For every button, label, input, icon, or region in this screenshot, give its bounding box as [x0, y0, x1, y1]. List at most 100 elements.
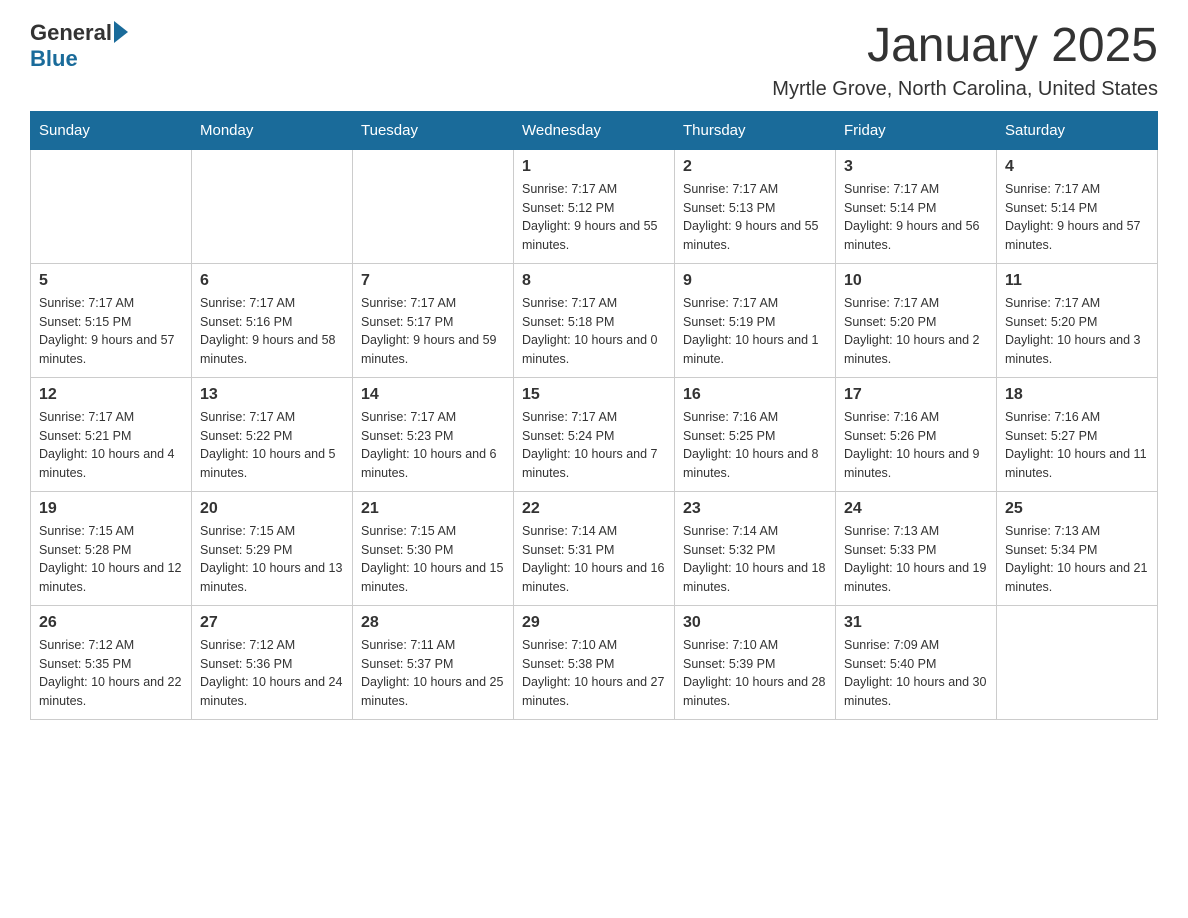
- logo: General Blue: [30, 20, 128, 72]
- day-info: Sunrise: 7:14 AMSunset: 5:31 PMDaylight:…: [522, 522, 666, 597]
- day-info: Sunrise: 7:16 AMSunset: 5:26 PMDaylight:…: [844, 408, 988, 483]
- calendar-cell: 21 Sunrise: 7:15 AMSunset: 5:30 PMDayligh…: [353, 491, 514, 605]
- day-number: 12: [39, 386, 183, 404]
- calendar-cell: [353, 149, 514, 263]
- calendar-week-row: 19Sunrise: 7:15 AMSunset: 5:28 PMDayligh…: [31, 491, 1158, 605]
- day-number: 16: [683, 386, 827, 404]
- calendar-table: SundayMondayTuesdayWednesdayThursdayFrid…: [30, 111, 1158, 720]
- day-info: Sunrise: 7:10 AMSunset: 5:38 PMDaylight:…: [522, 636, 666, 711]
- day-number: 11: [1005, 272, 1149, 290]
- calendar-cell: 7 Sunrise: 7:17 AMSunset: 5:17 PMDaylight…: [353, 263, 514, 377]
- day-info: Sunrise: 7:17 AMSunset: 5:17 PMDaylight:…: [361, 294, 505, 369]
- day-number: 4: [1005, 158, 1149, 176]
- calendar-week-row: 12 Sunrise: 7:17 AMSunset: 5:21 PMDayligh…: [31, 377, 1158, 491]
- day-number: 17: [844, 386, 988, 404]
- calendar-cell: 9 Sunrise: 7:17 AMSunset: 5:19 PMDaylight…: [675, 263, 836, 377]
- calendar-cell: 6 Sunrise: 7:17 AMSunset: 5:16 PMDaylight…: [192, 263, 353, 377]
- day-number: 31: [844, 614, 988, 632]
- day-number: 7: [361, 272, 505, 290]
- calendar-cell: 14Sunrise: 7:17 AMSunset: 5:23 PMDayligh…: [353, 377, 514, 491]
- day-number: 15: [522, 386, 666, 404]
- day-info: Sunrise: 7:17 AMSunset: 5:24 PMDaylight:…: [522, 408, 666, 483]
- calendar-cell: 31 Sunrise: 7:09 AMSunset: 5:40 PMDayligh…: [836, 605, 997, 719]
- day-number: 23: [683, 500, 827, 518]
- day-info: Sunrise: 7:09 AMSunset: 5:40 PMDaylight:…: [844, 636, 988, 711]
- day-number: 18: [1005, 386, 1149, 404]
- calendar-week-row: 5 Sunrise: 7:17 AMSunset: 5:15 PMDaylight…: [31, 263, 1158, 377]
- calendar-cell: 30 Sunrise: 7:10 AMSunset: 5:39 PMDayligh…: [675, 605, 836, 719]
- day-info: Sunrise: 7:17 AMSunset: 5:20 PMDaylight:…: [1005, 294, 1149, 369]
- calendar-cell: 20Sunrise: 7:15 AMSunset: 5:29 PMDayligh…: [192, 491, 353, 605]
- day-info: Sunrise: 7:11 AMSunset: 5:37 PMDaylight:…: [361, 636, 505, 711]
- calendar-cell: 16Sunrise: 7:16 AMSunset: 5:25 PMDayligh…: [675, 377, 836, 491]
- day-number: 21: [361, 500, 505, 518]
- calendar-cell: 19Sunrise: 7:15 AMSunset: 5:28 PMDayligh…: [31, 491, 192, 605]
- calendar-header-wednesday: Wednesday: [514, 111, 675, 149]
- day-number: 24: [844, 500, 988, 518]
- calendar-header-friday: Friday: [836, 111, 997, 149]
- location-title: Myrtle Grove, North Carolina, United Sta…: [772, 78, 1158, 101]
- day-info: Sunrise: 7:17 AMSunset: 5:14 PMDaylight:…: [1005, 180, 1149, 255]
- calendar-header-sunday: Sunday: [31, 111, 192, 149]
- day-info: Sunrise: 7:17 AMSunset: 5:12 PMDaylight:…: [522, 180, 666, 255]
- calendar-cell: 26 Sunrise: 7:12 AMSunset: 5:35 PMDayligh…: [31, 605, 192, 719]
- calendar-cell: 13Sunrise: 7:17 AMSunset: 5:22 PMDayligh…: [192, 377, 353, 491]
- day-number: 20: [200, 500, 344, 518]
- day-number: 1: [522, 158, 666, 176]
- day-info: Sunrise: 7:17 AMSunset: 5:21 PMDaylight:…: [39, 408, 183, 483]
- day-info: Sunrise: 7:15 AMSunset: 5:28 PMDaylight:…: [39, 522, 183, 597]
- calendar-header-row: SundayMondayTuesdayWednesdayThursdayFrid…: [31, 111, 1158, 149]
- day-info: Sunrise: 7:12 AMSunset: 5:35 PMDaylight:…: [39, 636, 183, 711]
- day-number: 27: [200, 614, 344, 632]
- day-info: Sunrise: 7:16 AMSunset: 5:27 PMDaylight:…: [1005, 408, 1149, 483]
- logo-general-text: General: [30, 20, 112, 46]
- day-info: Sunrise: 7:17 AMSunset: 5:16 PMDaylight:…: [200, 294, 344, 369]
- calendar-cell: [997, 605, 1158, 719]
- calendar-cell: 17 Sunrise: 7:16 AMSunset: 5:26 PMDayligh…: [836, 377, 997, 491]
- day-info: Sunrise: 7:14 AMSunset: 5:32 PMDaylight:…: [683, 522, 827, 597]
- day-number: 8: [522, 272, 666, 290]
- day-number: 9: [683, 272, 827, 290]
- calendar-header-tuesday: Tuesday: [353, 111, 514, 149]
- calendar-cell: 25 Sunrise: 7:13 AMSunset: 5:34 PMDayligh…: [997, 491, 1158, 605]
- calendar-cell: 15 Sunrise: 7:17 AMSunset: 5:24 PMDayligh…: [514, 377, 675, 491]
- day-number: 10: [844, 272, 988, 290]
- day-number: 30: [683, 614, 827, 632]
- day-info: Sunrise: 7:13 AMSunset: 5:34 PMDaylight:…: [1005, 522, 1149, 597]
- calendar-header-thursday: Thursday: [675, 111, 836, 149]
- calendar-cell: 1 Sunrise: 7:17 AMSunset: 5:12 PMDaylight…: [514, 149, 675, 263]
- calendar-cell: 2 Sunrise: 7:17 AMSunset: 5:13 PMDaylight…: [675, 149, 836, 263]
- day-number: 26: [39, 614, 183, 632]
- day-number: 14: [361, 386, 505, 404]
- calendar-cell: 4 Sunrise: 7:17 AMSunset: 5:14 PMDaylight…: [997, 149, 1158, 263]
- page-header: General Blue January 2025 Myrtle Grove, …: [30, 20, 1158, 101]
- day-number: 25: [1005, 500, 1149, 518]
- calendar-cell: 8Sunrise: 7:17 AMSunset: 5:18 PMDaylight…: [514, 263, 675, 377]
- logo-blue-text: Blue: [30, 46, 78, 72]
- calendar-header-saturday: Saturday: [997, 111, 1158, 149]
- day-info: Sunrise: 7:15 AMSunset: 5:30 PMDaylight:…: [361, 522, 505, 597]
- day-info: Sunrise: 7:17 AMSunset: 5:19 PMDaylight:…: [683, 294, 827, 369]
- calendar-cell: 12 Sunrise: 7:17 AMSunset: 5:21 PMDayligh…: [31, 377, 192, 491]
- calendar-cell: 23 Sunrise: 7:14 AMSunset: 5:32 PMDayligh…: [675, 491, 836, 605]
- day-info: Sunrise: 7:13 AMSunset: 5:33 PMDaylight:…: [844, 522, 988, 597]
- logo-triangle-icon: [114, 21, 128, 43]
- month-title: January 2025: [772, 20, 1158, 73]
- day-number: 6: [200, 272, 344, 290]
- calendar-cell: 28 Sunrise: 7:11 AMSunset: 5:37 PMDayligh…: [353, 605, 514, 719]
- calendar-cell: 27 Sunrise: 7:12 AMSunset: 5:36 PMDayligh…: [192, 605, 353, 719]
- calendar-cell: 5 Sunrise: 7:17 AMSunset: 5:15 PMDaylight…: [31, 263, 192, 377]
- day-info: Sunrise: 7:17 AMSunset: 5:13 PMDaylight:…: [683, 180, 827, 255]
- day-info: Sunrise: 7:10 AMSunset: 5:39 PMDaylight:…: [683, 636, 827, 711]
- day-number: 28: [361, 614, 505, 632]
- day-number: 5: [39, 272, 183, 290]
- calendar-cell: [31, 149, 192, 263]
- day-info: Sunrise: 7:17 AMSunset: 5:14 PMDaylight:…: [844, 180, 988, 255]
- day-number: 2: [683, 158, 827, 176]
- calendar-cell: 11 Sunrise: 7:17 AMSunset: 5:20 PMDayligh…: [997, 263, 1158, 377]
- calendar-cell: 22Sunrise: 7:14 AMSunset: 5:31 PMDayligh…: [514, 491, 675, 605]
- day-info: Sunrise: 7:17 AMSunset: 5:15 PMDaylight:…: [39, 294, 183, 369]
- calendar-week-row: 26 Sunrise: 7:12 AMSunset: 5:35 PMDayligh…: [31, 605, 1158, 719]
- day-number: 3: [844, 158, 988, 176]
- day-info: Sunrise: 7:12 AMSunset: 5:36 PMDaylight:…: [200, 636, 344, 711]
